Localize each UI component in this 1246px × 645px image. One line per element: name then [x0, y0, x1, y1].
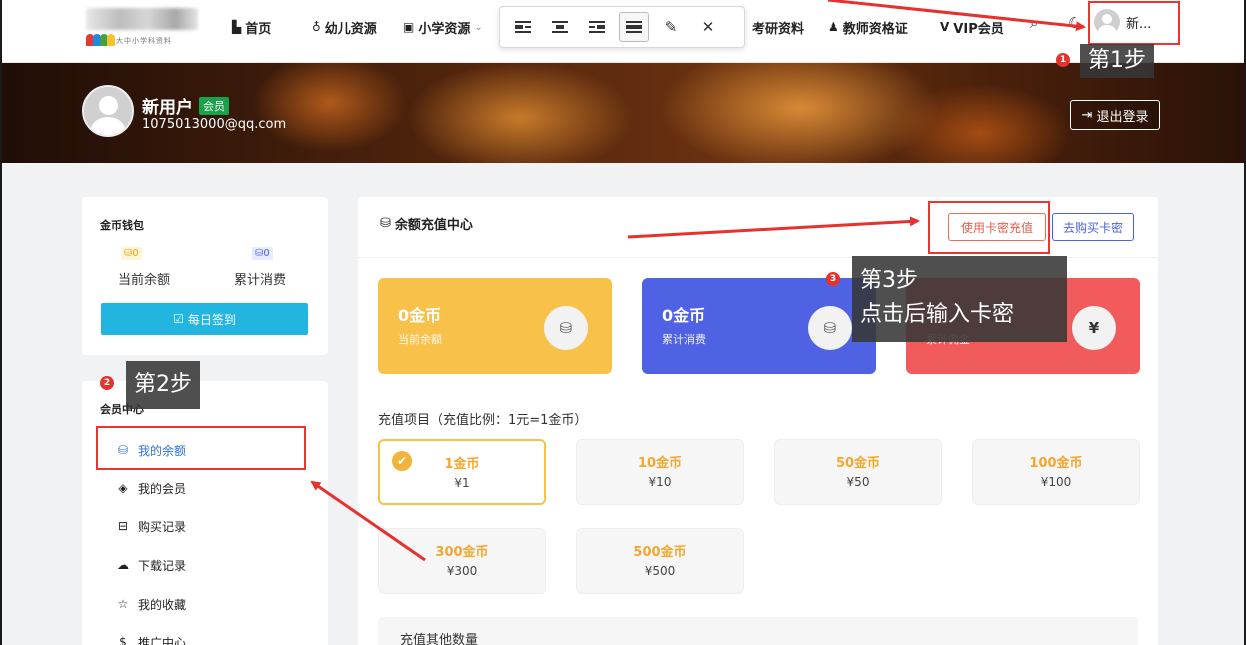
search-icon[interactable]: ⌕ [1030, 14, 1038, 32]
stat-card-balance: 0金币 当前余额 ⛁ [378, 278, 612, 374]
chevron-down-icon: ⌄ [474, 21, 483, 33]
sidebar-item-favorites[interactable]: ☆ 我的收藏 [116, 594, 186, 614]
align-right-icon[interactable] [582, 12, 612, 42]
child-icon: ♁ [312, 20, 321, 34]
coins-icon: ⛁ [808, 306, 852, 350]
dark-mode-icon[interactable]: ☾ [1068, 14, 1081, 32]
member-badge: 会员 [199, 96, 229, 115]
step1-label: 第1步 [1080, 44, 1154, 78]
diamond-icon: ◈ [118, 481, 128, 495]
annotation-box-step1 [1088, 1, 1180, 45]
recharge-option[interactable]: 500金币 ¥500 [576, 528, 744, 594]
stat-card-spent: 0金币 累计消费 ⛁ [642, 278, 876, 374]
daily-checkin-button[interactable]: ☑ 每日签到 [101, 303, 308, 335]
sidebar-item-promotion[interactable]: $ 推广中心 [116, 632, 186, 645]
nav-kids[interactable]: ♁ 幼儿资源 [312, 16, 377, 38]
sidebar-item-membership[interactable]: ◈ 我的会员 [116, 478, 186, 498]
logout-icon: ⇥ [1081, 107, 1093, 123]
avatar[interactable] [82, 85, 134, 137]
align-center-icon[interactable] [545, 12, 575, 42]
star-icon: ☆ [117, 597, 129, 611]
step3-number: 3 [826, 272, 840, 286]
buy-card-code-button[interactable]: 去购买卡密 [1052, 213, 1134, 241]
logout-button[interactable]: ⇥ 退出登录 [1070, 100, 1160, 130]
yen-icon: ¥ [1072, 306, 1116, 350]
recharge-option[interactable]: 10金币 ¥10 [576, 439, 744, 505]
cloud-download-icon: ☁ [117, 558, 129, 572]
custom-amount-field[interactable]: 充值其他数量 [378, 617, 1138, 645]
profile-name: 新用户 会员 [142, 93, 229, 118]
floating-editor-toolbar: ✎ ✕ [499, 6, 745, 48]
window-frame-left [0, 0, 2, 645]
step1-number: 1 [1056, 53, 1070, 67]
nav-primary[interactable]: ▣ 小学资源 ⌄ [403, 16, 483, 38]
align-left-icon[interactable] [508, 12, 538, 42]
book-icon: ▣ [403, 20, 415, 34]
spent-value: ⛁0 [252, 247, 273, 260]
edit-pencil-icon[interactable]: ✎ [656, 12, 686, 42]
home-icon: ▙ [232, 20, 242, 34]
balance-label: 当前余额 [118, 273, 171, 288]
basket-icon: ⊟ [117, 519, 129, 533]
vip-icon: V [940, 20, 950, 34]
profile-email: 1075013000@qq.com [142, 117, 287, 132]
recharge-title: ⛁ 余额充值中心 [380, 216, 473, 233]
step2-label: 第2步 [126, 361, 200, 409]
close-icon[interactable]: ✕ [693, 12, 723, 42]
recharge-option[interactable]: 300金币 ¥300 [378, 528, 546, 594]
align-full-icon[interactable] [619, 12, 649, 42]
teacher-icon: ♟ [828, 20, 839, 34]
annotation-box-step3 [928, 201, 1050, 254]
nav-teacher-cert[interactable]: ♟ 教师资格证 [828, 16, 908, 38]
site-logo[interactable]: 大中小学科资料 [82, 6, 202, 48]
coins-icon: ⛁ [380, 216, 391, 231]
annotation-box-step2 [96, 426, 306, 470]
step3-label: 第3步 点击后输入卡密 [852, 256, 1067, 342]
logo-subtitle: 大中小学科资料 [116, 37, 172, 45]
nav-kaoyan[interactable]: 考研资料 [752, 16, 804, 38]
member-center-card: 会员中心 ⛁ 我的余额 ◈ 我的会员 ⊟ 购买记录 ☁ 下载记录 ☆ 我的收藏 … [82, 381, 328, 645]
logo-blurred-text [86, 8, 198, 30]
recharge-option[interactable]: 100金币 ¥100 [972, 439, 1140, 505]
wallet-card: 金币钱包 ⛁0 ⛁0 当前余额 累计消费 ☑ 每日签到 [82, 197, 328, 355]
balance-value: ⛁0 [121, 247, 142, 260]
spent-label: 累计消费 [234, 273, 287, 288]
recharge-option[interactable]: ✔ 1金币 ¥1 [378, 439, 546, 505]
nav-vip[interactable]: V VIP会员 [940, 16, 1004, 38]
recharge-options-title: 充值项目（充值比例：1元=1金币） [378, 413, 588, 428]
sidebar-item-purchases[interactable]: ⊟ 购买记录 [116, 516, 186, 536]
wallet-title: 金币钱包 [100, 219, 144, 232]
sidebar-item-downloads[interactable]: ☁ 下载记录 [116, 555, 186, 575]
coins-icon: ⛁ [544, 306, 588, 350]
logo-mark-icon [86, 34, 115, 46]
dollar-icon: $ [119, 635, 127, 645]
recharge-option[interactable]: 50金币 ¥50 [774, 439, 942, 505]
checkbox-icon: ☑ [173, 312, 184, 326]
step2-number: 2 [100, 376, 114, 390]
nav-home[interactable]: ▙ 首页 [232, 16, 271, 38]
